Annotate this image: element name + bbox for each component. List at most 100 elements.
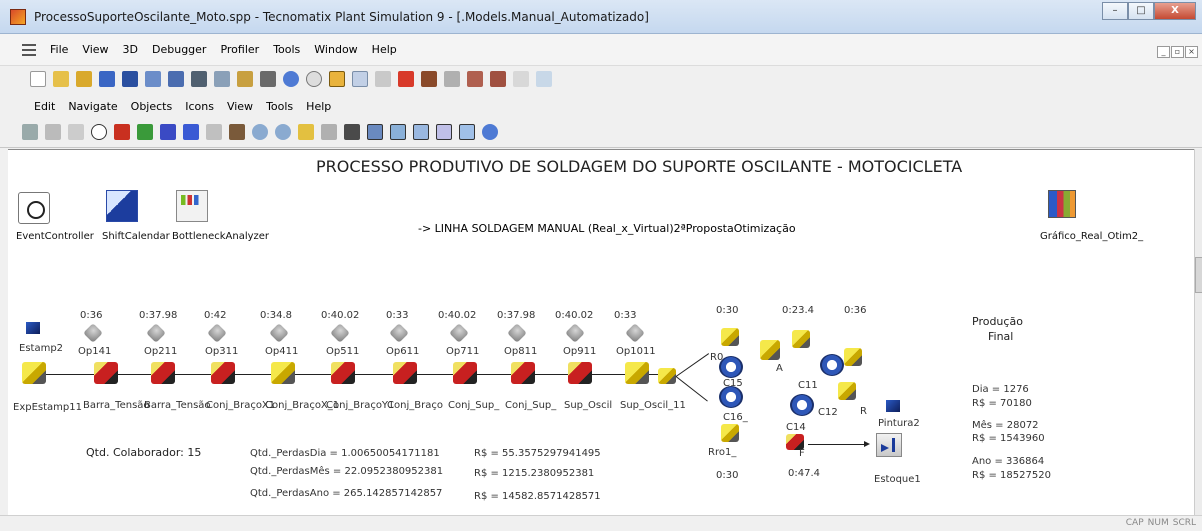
welding-station-icon[interactable] (453, 362, 477, 384)
info-icon[interactable] (283, 71, 299, 87)
operator-icon[interactable] (625, 323, 645, 343)
operator-icon[interactable] (269, 323, 289, 343)
structure-icon[interactable] (260, 71, 276, 87)
connector-icon[interactable] (390, 124, 406, 140)
new-icon[interactable] (30, 71, 46, 87)
menu-window[interactable]: Window (314, 43, 357, 56)
zoom-out-icon[interactable] (275, 124, 291, 140)
pause-icon[interactable] (352, 71, 368, 87)
reset-icon[interactable] (114, 124, 130, 140)
zoom-fit-icon[interactable] (298, 124, 314, 140)
mdi-close-icon[interactable]: × (1185, 46, 1198, 58)
operator-icon[interactable] (565, 323, 585, 343)
open-folder-icon[interactable] (76, 71, 92, 87)
watch-icon[interactable] (375, 71, 391, 87)
start-icon[interactable] (137, 124, 153, 140)
operator-icon[interactable] (83, 323, 103, 343)
lock-icon[interactable] (321, 124, 337, 140)
dots-grid-icon[interactable] (436, 124, 452, 140)
exp-station-icon[interactable] (22, 362, 46, 384)
welding-station-icon[interactable] (625, 362, 649, 384)
maximize-button[interactable]: □ (1128, 2, 1154, 20)
vertical-scrollbar[interactable] (1194, 149, 1202, 515)
menu-edit-view[interactable]: View (227, 100, 253, 113)
operator-icon[interactable] (389, 323, 409, 343)
help-icon[interactable] (482, 124, 498, 140)
class-library-icon[interactable] (214, 71, 230, 87)
welding-station-icon[interactable] (94, 362, 118, 384)
menu-edit[interactable]: Edit (34, 100, 55, 113)
save-as-icon[interactable] (122, 71, 138, 87)
step-forward-icon[interactable] (160, 124, 176, 140)
welding-station-icon[interactable] (393, 362, 417, 384)
hand-icon[interactable] (467, 71, 483, 87)
painting-icon[interactable] (886, 400, 900, 412)
welding-station-icon[interactable] (211, 362, 235, 384)
menu-icon[interactable] (22, 44, 36, 56)
stock-icon[interactable] (876, 433, 902, 457)
event-icon[interactable] (91, 124, 107, 140)
splitter-icon[interactable] (658, 368, 676, 384)
menu-help[interactable]: Help (372, 43, 397, 56)
welding-station-icon[interactable] (568, 362, 592, 384)
menu-navigate[interactable]: Navigate (68, 100, 117, 113)
clock-icon[interactable] (306, 71, 322, 87)
step-icon[interactable] (329, 71, 345, 87)
open-icon[interactable] (53, 71, 69, 87)
mdi-restore-icon[interactable]: ▫ (1171, 46, 1184, 58)
cancel-icon[interactable] (398, 71, 414, 87)
mdi-minimize-icon[interactable]: _ (1157, 46, 1170, 58)
pointer-icon[interactable] (459, 124, 475, 140)
brush-icon[interactable] (229, 124, 245, 140)
frame-icon[interactable] (145, 71, 161, 87)
delete-icon[interactable] (444, 71, 460, 87)
shift-calendar-icon[interactable] (106, 190, 138, 222)
operator-icon[interactable] (330, 323, 350, 343)
menu-3d[interactable]: 3D (123, 43, 138, 56)
home-icon[interactable] (68, 124, 84, 140)
image-icon[interactable] (536, 71, 552, 87)
chart-object-icon[interactable] (1048, 190, 1076, 218)
menu-edit-tools[interactable]: Tools (266, 100, 293, 113)
robot-icon[interactable] (792, 330, 810, 348)
welding-station-icon[interactable] (271, 362, 295, 384)
window-icon[interactable] (191, 71, 207, 87)
minimize-button[interactable]: – (1102, 2, 1128, 20)
model-canvas[interactable]: PROCESSO PRODUTIVO DE SOLDAGEM DO SUPORT… (8, 149, 1194, 515)
menu-objects[interactable]: Objects (131, 100, 173, 113)
frame-alt-icon[interactable] (168, 71, 184, 87)
welding-station-icon[interactable] (151, 362, 175, 384)
toolbox-icon[interactable] (237, 71, 253, 87)
up-icon[interactable] (45, 124, 61, 140)
robot-rotary-icon[interactable] (719, 386, 743, 408)
close-button[interactable]: X (1154, 2, 1196, 20)
menu-tools[interactable]: Tools (273, 43, 300, 56)
operator-icon[interactable] (449, 323, 469, 343)
robot-icon[interactable] (844, 348, 862, 366)
operator-icon[interactable] (507, 323, 527, 343)
source-icon[interactable] (26, 322, 40, 334)
save-icon[interactable] (99, 71, 115, 87)
trash-icon[interactable] (206, 124, 222, 140)
network-icon[interactable] (421, 71, 437, 87)
fast-forward-icon[interactable] (183, 124, 199, 140)
hand-alt-icon[interactable] (490, 71, 506, 87)
pencil-icon[interactable] (344, 124, 360, 140)
menu-profiler[interactable]: Profiler (220, 43, 259, 56)
robot-rotary-icon[interactable] (719, 356, 743, 378)
robot-rotary-icon[interactable] (820, 354, 844, 376)
comment-icon[interactable] (413, 124, 429, 140)
scroll-thumb[interactable] (1195, 257, 1202, 293)
robot-icon[interactable] (721, 328, 739, 346)
robot-rotary-icon[interactable] (790, 394, 814, 416)
operator-icon[interactable] (207, 323, 227, 343)
menu-icons[interactable]: Icons (185, 100, 214, 113)
robot-icon[interactable] (838, 382, 856, 400)
bar-icon[interactable] (367, 124, 383, 140)
welding-station-icon[interactable] (511, 362, 535, 384)
robot-icon[interactable] (760, 340, 780, 360)
operator-icon[interactable] (146, 323, 166, 343)
robot-icon[interactable] (721, 424, 739, 442)
bottleneck-analyzer-icon[interactable] (176, 190, 208, 222)
menu-debugger[interactable]: Debugger (152, 43, 206, 56)
